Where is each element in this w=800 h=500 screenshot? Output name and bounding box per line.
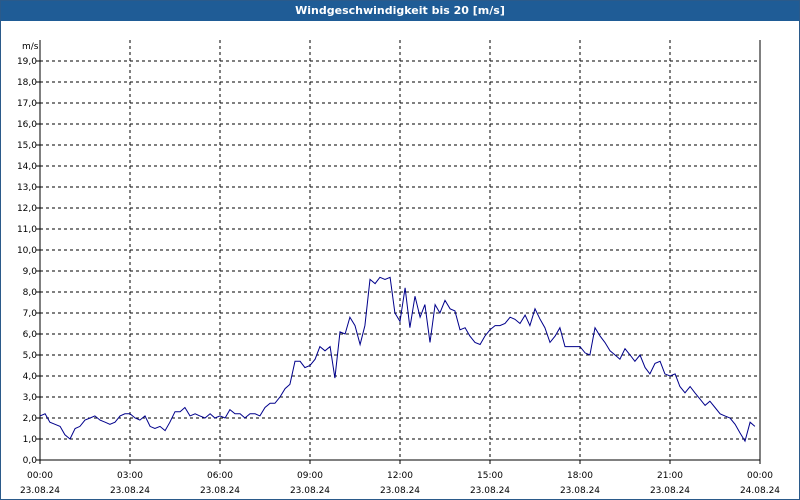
- x-tick-time: 18:00: [567, 471, 593, 481]
- y-tick-label: 16,0: [17, 120, 37, 130]
- x-tick-date: 23.08.24: [650, 486, 690, 496]
- x-tick-time: 21:00: [657, 471, 683, 481]
- y-tick-label: 10,0: [17, 246, 37, 256]
- y-tick-label: 9,0: [23, 267, 38, 277]
- y-tick-label: 11,0: [17, 225, 37, 235]
- y-tick-label: 7,0: [23, 309, 38, 319]
- x-tick-date: 23.08.24: [470, 486, 510, 496]
- x-tick-date: 23.08.24: [290, 486, 330, 496]
- x-tick-time: 03:00: [117, 471, 143, 481]
- axes: [36, 40, 761, 464]
- grid: [40, 40, 760, 460]
- y-tick-label: 13,0: [17, 183, 37, 193]
- x-tick-date: 23.08.24: [110, 486, 150, 496]
- y-tick-label: 15,0: [17, 141, 37, 151]
- x-tick-time: 00:00: [27, 471, 53, 481]
- x-tick-date: 23.08.24: [560, 486, 600, 496]
- x-tick-time: 09:00: [297, 471, 323, 481]
- y-tick-labels: 0,0 1,0 2,0 3,0 4,0 5,0 6,0 7,0 8,0 9,0 10,0 11,0 12…: [17, 57, 37, 466]
- series-layer: [39, 276, 756, 443]
- x-tick-time: 00:00: [747, 471, 773, 481]
- y-tick-label: 3,0: [23, 393, 38, 403]
- x-tick-date: 24.08.24: [740, 486, 780, 496]
- x-tick-time: 06:00: [207, 471, 233, 481]
- x-tick-time: 15:00: [477, 471, 503, 481]
- y-tick-label: 4,0: [23, 372, 38, 382]
- x-tick-time: 12:00: [387, 471, 413, 481]
- y-tick-label: 5,0: [23, 351, 38, 361]
- y-tick-label: 18,0: [17, 78, 37, 88]
- wind-speed-series-line: [39, 276, 756, 443]
- y-tick-label: 14,0: [17, 162, 37, 172]
- y-tick-label: 17,0: [17, 99, 37, 109]
- x-tick-date: 23.08.24: [20, 486, 60, 496]
- x-tick-date: 23.08.24: [380, 486, 420, 496]
- y-tick-label: 12,0: [17, 204, 37, 214]
- wind-speed-chart: 0,0 1,0 2,0 3,0 4,0 5,0 6,0 7,0 8,0 9,0 10,0 11,0 12…: [17, 40, 780, 496]
- x-tick-date: 23.08.24: [200, 486, 240, 496]
- y-tick-label: 2,0: [23, 414, 38, 424]
- x-tick-labels: 00:00 23.08.24 03:00 23.08.24 06:00 23.08.24 0…: [20, 471, 780, 496]
- y-tick-label: 6,0: [23, 330, 38, 340]
- y-tick-label: 1,0: [23, 435, 38, 445]
- y-tick-label: 0,0: [23, 456, 38, 466]
- y-tick-label: 19,0: [17, 57, 37, 67]
- y-axis-unit: m/s: [22, 42, 39, 52]
- y-tick-label: 8,0: [23, 288, 38, 298]
